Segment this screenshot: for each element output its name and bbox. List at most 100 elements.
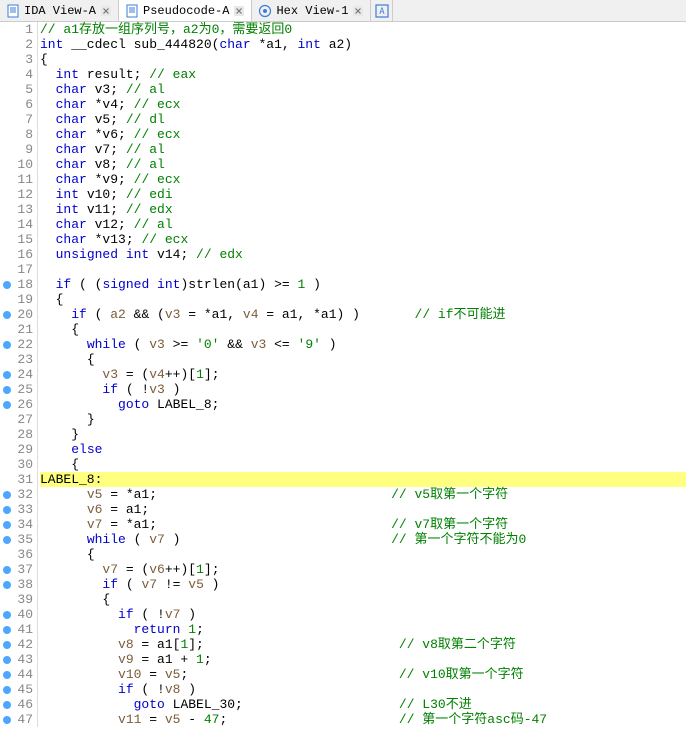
gutter-row[interactable] <box>0 217 14 232</box>
gutter-row[interactable] <box>0 142 14 157</box>
code-line[interactable]: char *v6; // ecx <box>40 127 686 142</box>
tab-pseudocode-a[interactable]: Pseudocode-A <box>119 0 252 21</box>
code-line[interactable]: { <box>40 52 686 67</box>
code-line[interactable]: { <box>40 292 686 307</box>
code-line[interactable]: v5 = *a1; // v5取第一个字符 <box>40 487 686 502</box>
gutter-row[interactable] <box>0 82 14 97</box>
gutter-row[interactable] <box>0 352 14 367</box>
gutter-row[interactable] <box>0 547 14 562</box>
gutter-row[interactable] <box>0 562 14 577</box>
gutter-row[interactable] <box>0 127 14 142</box>
code-line[interactable]: { <box>40 352 686 367</box>
code-line[interactable]: char *v4; // ecx <box>40 97 686 112</box>
code-line[interactable]: // a1存放一组序列号，a2为0，需要返回0 <box>40 22 686 37</box>
gutter-row[interactable] <box>0 412 14 427</box>
code-content[interactable]: // a1存放一组序列号，a2为0，需要返回0int __cdecl sub_4… <box>38 22 686 727</box>
gutter-row[interactable] <box>0 52 14 67</box>
code-line[interactable]: v9 = a1 + 1; <box>40 652 686 667</box>
code-line[interactable]: { <box>40 592 686 607</box>
struct-view-button[interactable]: A <box>371 0 393 21</box>
code-line[interactable]: LABEL_8: <box>40 472 686 487</box>
close-icon[interactable] <box>233 5 245 17</box>
code-line[interactable]: return 1; <box>40 622 686 637</box>
close-icon[interactable] <box>352 5 364 17</box>
code-line[interactable]: v10 = v5; // v10取第一个字符 <box>40 667 686 682</box>
gutter-row[interactable] <box>0 157 14 172</box>
gutter-row[interactable] <box>0 652 14 667</box>
gutter-row[interactable] <box>0 637 14 652</box>
gutter-row[interactable] <box>0 172 14 187</box>
gutter-row[interactable] <box>0 697 14 712</box>
code-line[interactable]: if ( !v3 ) <box>40 382 686 397</box>
gutter-row[interactable] <box>0 532 14 547</box>
code-line[interactable]: int __cdecl sub_444820(char *a1, int a2) <box>40 37 686 52</box>
code-line[interactable]: v3 = (v4++)[1]; <box>40 367 686 382</box>
gutter-row[interactable] <box>0 187 14 202</box>
code-line[interactable]: v7 = *a1; // v7取第一个字符 <box>40 517 686 532</box>
gutter-row[interactable] <box>0 22 14 37</box>
gutter-row[interactable] <box>0 202 14 217</box>
gutter-row[interactable] <box>0 97 14 112</box>
gutter-row[interactable] <box>0 517 14 532</box>
code-editor[interactable]: 1234567891011121314151617181920212223242… <box>0 22 686 727</box>
code-line[interactable]: char *v13; // ecx <box>40 232 686 247</box>
code-line[interactable]: if ( a2 && (v3 = *a1, v4 = a1, *a1) ) //… <box>40 307 686 322</box>
code-line[interactable]: char v12; // al <box>40 217 686 232</box>
close-icon[interactable] <box>100 5 112 17</box>
code-line[interactable]: v7 = (v6++)[1]; <box>40 562 686 577</box>
code-line[interactable]: unsigned int v14; // edx <box>40 247 686 262</box>
gutter-row[interactable] <box>0 502 14 517</box>
code-line[interactable]: if ( !v8 ) <box>40 682 686 697</box>
code-line[interactable]: if ( v7 != v5 ) <box>40 577 686 592</box>
code-line[interactable]: } <box>40 427 686 442</box>
gutter-row[interactable] <box>0 397 14 412</box>
code-line[interactable]: if ( !v7 ) <box>40 607 686 622</box>
breakpoint-gutter[interactable] <box>0 22 14 727</box>
gutter-row[interactable] <box>0 457 14 472</box>
gutter-row[interactable] <box>0 232 14 247</box>
gutter-row[interactable] <box>0 322 14 337</box>
code-line[interactable]: while ( v3 >= '0' && v3 <= '9' ) <box>40 337 686 352</box>
code-line[interactable]: else <box>40 442 686 457</box>
tab-hex-view-1[interactable]: Hex View-1 <box>252 0 371 21</box>
code-line[interactable]: v8 = a1[1]; // v8取第二个字符 <box>40 637 686 652</box>
gutter-row[interactable] <box>0 367 14 382</box>
gutter-row[interactable] <box>0 667 14 682</box>
gutter-row[interactable] <box>0 607 14 622</box>
code-line[interactable]: char v3; // al <box>40 82 686 97</box>
gutter-row[interactable] <box>0 67 14 82</box>
code-line[interactable]: char *v9; // ecx <box>40 172 686 187</box>
gutter-row[interactable] <box>0 262 14 277</box>
code-line[interactable]: { <box>40 457 686 472</box>
code-line[interactable]: } <box>40 412 686 427</box>
gutter-row[interactable] <box>0 472 14 487</box>
code-line[interactable]: v6 = a1; <box>40 502 686 517</box>
gutter-row[interactable] <box>0 337 14 352</box>
code-line[interactable]: int result; // eax <box>40 67 686 82</box>
gutter-row[interactable] <box>0 442 14 457</box>
gutter-row[interactable] <box>0 427 14 442</box>
gutter-row[interactable] <box>0 382 14 397</box>
gutter-row[interactable] <box>0 712 14 727</box>
gutter-row[interactable] <box>0 577 14 592</box>
gutter-row[interactable] <box>0 487 14 502</box>
code-line[interactable]: char v8; // al <box>40 157 686 172</box>
gutter-row[interactable] <box>0 277 14 292</box>
code-line[interactable]: goto LABEL_8; <box>40 397 686 412</box>
code-line[interactable]: { <box>40 322 686 337</box>
gutter-row[interactable] <box>0 37 14 52</box>
gutter-row[interactable] <box>0 592 14 607</box>
code-line[interactable]: char v7; // al <box>40 142 686 157</box>
code-line[interactable]: v11 = v5 - 47; // 第一个字符asc码-47 <box>40 712 686 727</box>
tab-ida-view-a[interactable]: IDA View-A <box>0 0 119 21</box>
code-line[interactable]: int v11; // edx <box>40 202 686 217</box>
gutter-row[interactable] <box>0 112 14 127</box>
code-line[interactable]: goto LABEL_30; // L30不进 <box>40 697 686 712</box>
gutter-row[interactable] <box>0 682 14 697</box>
gutter-row[interactable] <box>0 307 14 322</box>
gutter-row[interactable] <box>0 247 14 262</box>
code-line[interactable]: while ( v7 ) // 第一个字符不能为0 <box>40 532 686 547</box>
code-line[interactable]: { <box>40 547 686 562</box>
code-line[interactable]: char v5; // dl <box>40 112 686 127</box>
gutter-row[interactable] <box>0 292 14 307</box>
